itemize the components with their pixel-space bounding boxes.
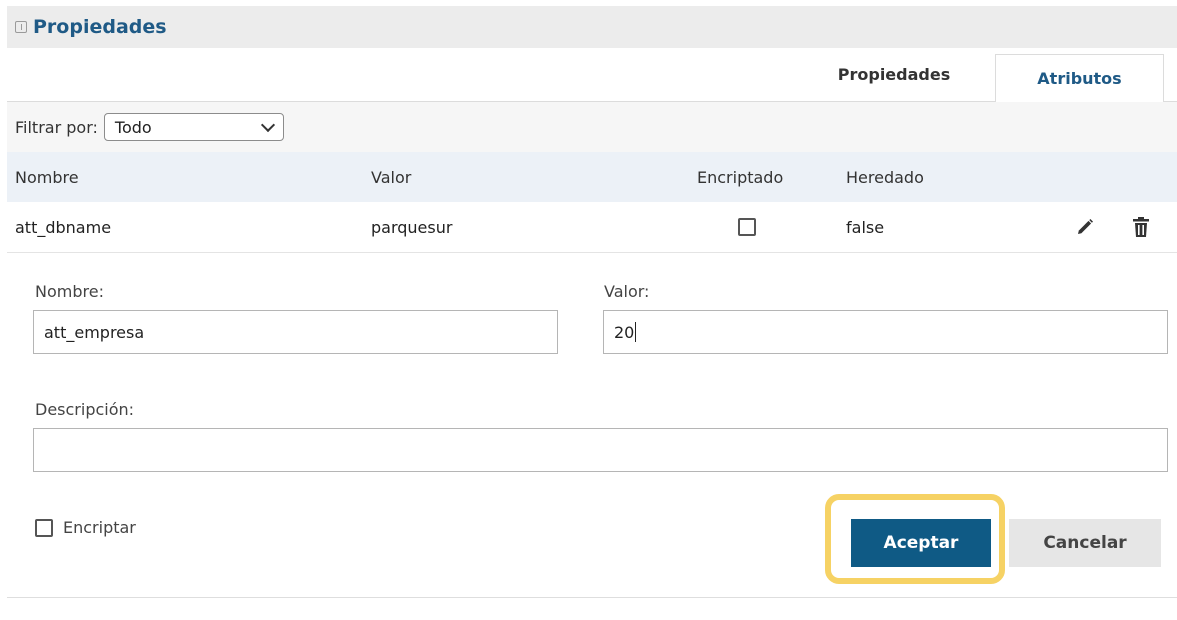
cell-nombre: att_dbname: [15, 217, 112, 237]
column-header-encriptado[interactable]: Encriptado: [697, 152, 783, 202]
chevron-down-icon: [260, 117, 275, 133]
collapse-icon[interactable]: [15, 21, 27, 33]
tabs-bar: Propiedades Atributos: [7, 48, 1177, 103]
accept-button[interactable]: Aceptar: [851, 519, 991, 567]
cell-encriptado: [738, 202, 756, 252]
encriptar-label: Encriptar: [63, 518, 136, 537]
filter-label: Filtrar por:: [15, 117, 98, 137]
nombre-input[interactable]: att_empresa: [33, 310, 558, 354]
encriptado-checkbox: [738, 218, 756, 236]
trash-icon[interactable]: [1131, 202, 1151, 252]
cell-valor: parquesur: [371, 217, 453, 237]
valor-input-value: 20: [614, 322, 635, 342]
panel-header: Propiedades: [7, 6, 1177, 48]
pencil-icon[interactable]: [1075, 202, 1095, 252]
tab-propiedades[interactable]: Propiedades: [794, 48, 994, 101]
text-caret: [635, 322, 637, 342]
filter-select[interactable]: Todo: [103, 113, 284, 141]
column-header-valor[interactable]: Valor: [371, 152, 411, 202]
encriptar-option[interactable]: Encriptar: [35, 518, 136, 537]
table-header: Nombre Valor Encriptado Heredado: [7, 152, 1177, 202]
valor-label: Valor:: [604, 282, 650, 301]
cell-heredado: false: [846, 217, 885, 237]
table-row[interactable]: att_dbname parquesur false: [7, 202, 1177, 253]
descripcion-label: Descripción:: [35, 400, 135, 419]
valor-input[interactable]: 20: [603, 310, 1168, 354]
column-header-heredado[interactable]: Heredado: [846, 152, 924, 202]
divider: [7, 597, 1177, 598]
encriptar-checkbox[interactable]: [35, 518, 53, 537]
nombre-input-value: att_empresa: [44, 322, 145, 342]
tab-atributos[interactable]: Atributos: [995, 54, 1164, 103]
panel-title: Propiedades: [33, 16, 167, 38]
nombre-label: Nombre:: [35, 282, 104, 301]
column-header-nombre[interactable]: Nombre: [15, 152, 79, 202]
filter-bar: Filtrar por: Todo: [7, 102, 1177, 152]
descripcion-input[interactable]: [33, 428, 1168, 472]
filter-selected-value: Todo: [114, 117, 152, 137]
cancel-button[interactable]: Cancelar: [1009, 519, 1161, 567]
